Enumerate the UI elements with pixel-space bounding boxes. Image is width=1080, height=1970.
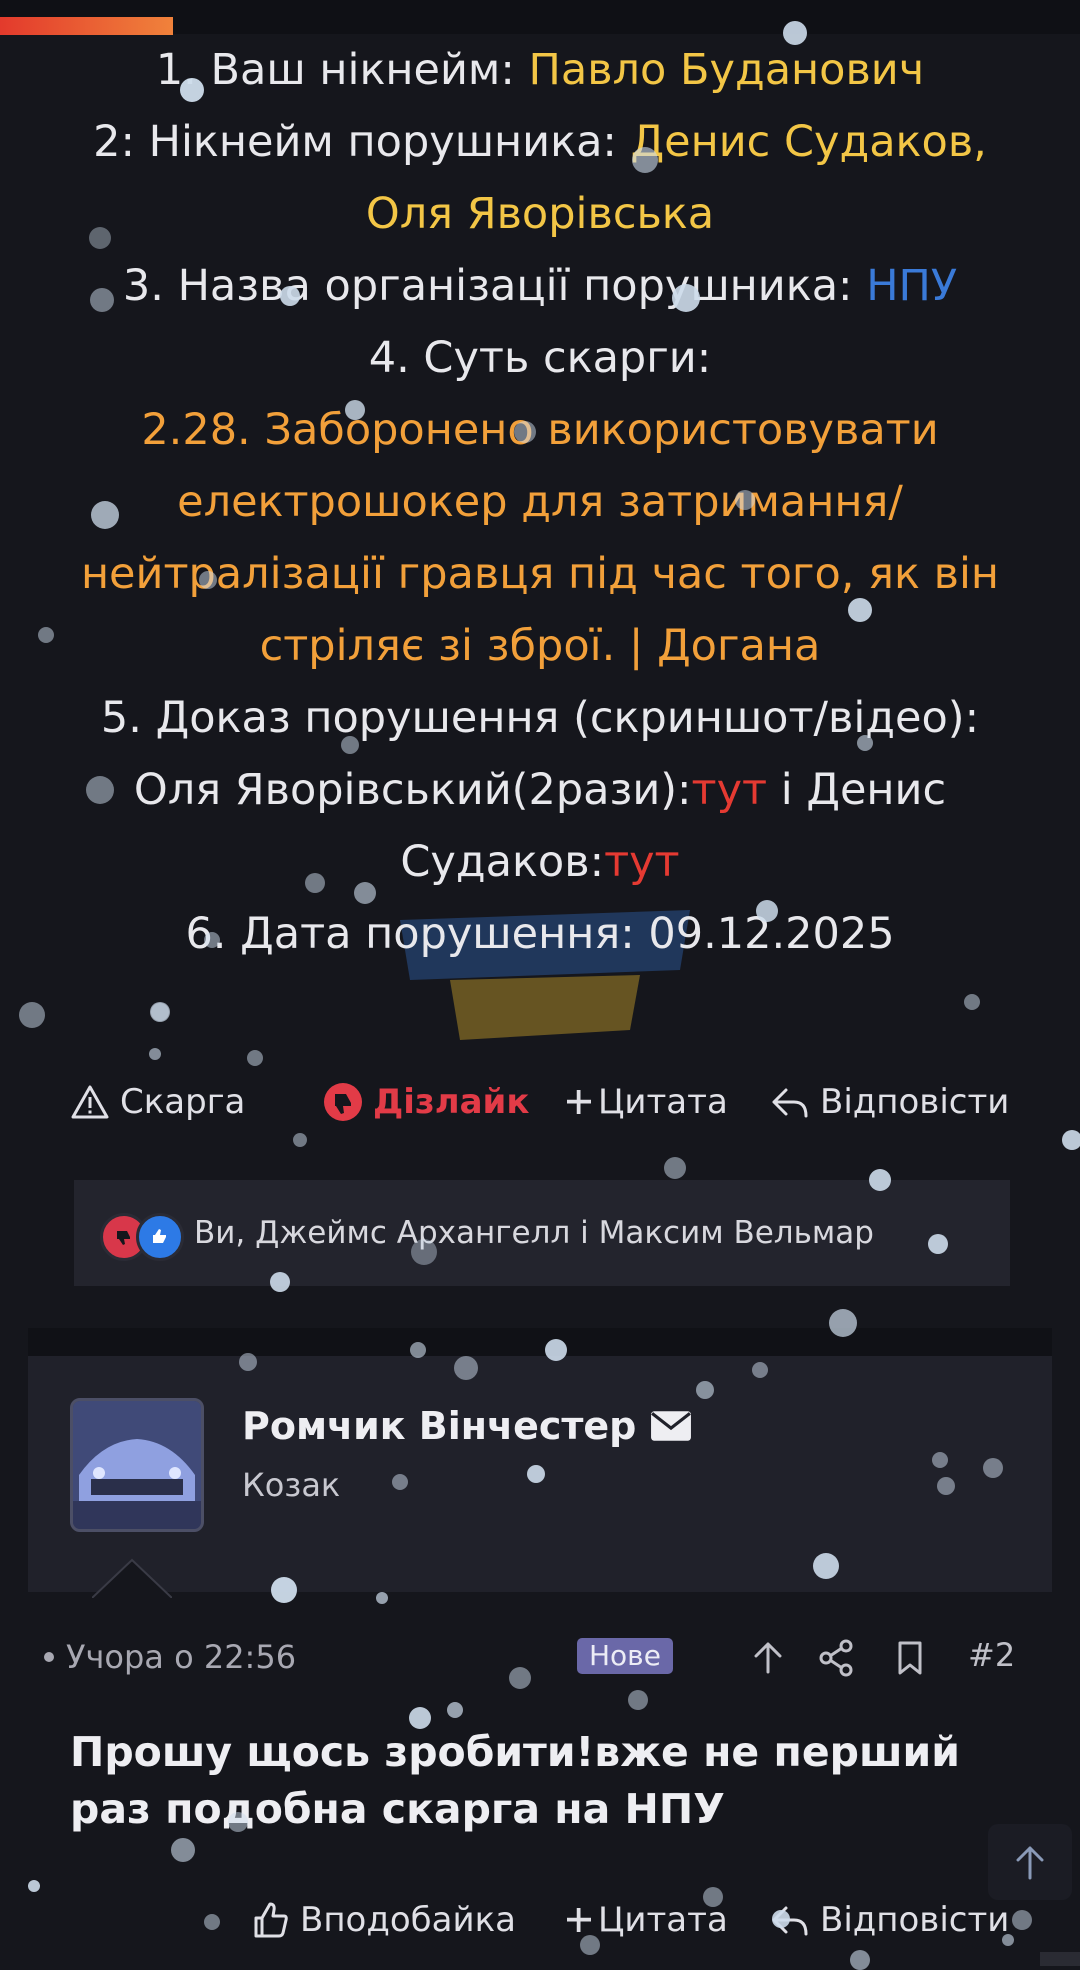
- snowflake: [964, 994, 980, 1010]
- share-icon[interactable]: [816, 1638, 856, 1678]
- evidence-line: Оля Яворівський(2рази):тут і Денис: [133, 765, 947, 815]
- snowflake: [28, 1880, 40, 1892]
- organization-value: НПУ: [866, 261, 958, 311]
- rule-text-line: нейтралізації гравця під час того, як ві…: [80, 549, 1000, 599]
- evidence-link-2[interactable]: тут: [604, 837, 680, 887]
- post-content: Прошу щось зробити!вже не перший раз под…: [70, 1728, 960, 1833]
- snowflake: [664, 1157, 686, 1179]
- warning-icon: [71, 1085, 109, 1119]
- reply-button[interactable]: Відповісти: [770, 1082, 1009, 1122]
- snowflake: [293, 1133, 307, 1147]
- snowflake: [151, 1003, 169, 1021]
- user-card: Ромчик Вінчестер Козак: [28, 1356, 1052, 1598]
- date-value: 09.12.2025: [648, 909, 895, 959]
- message-icon[interactable]: [650, 1410, 692, 1442]
- evidence-label: 5. Доказ порушення (скриншот/відео):: [100, 693, 980, 743]
- post-actions-2: Вподобайка Цитата Відповісти: [0, 1894, 1080, 1954]
- post-divider: [28, 1328, 1052, 1356]
- corner-element: [1040, 1952, 1080, 1966]
- dislike-button[interactable]: Дізлайк: [323, 1082, 529, 1122]
- plus-icon: [567, 1090, 591, 1114]
- snowflake: [247, 1050, 263, 1066]
- complaint-essence-label: 4. Суть скарги:: [368, 333, 712, 383]
- like-button[interactable]: Вподобайка: [250, 1900, 516, 1940]
- scroll-to-top-button[interactable]: [988, 1824, 1072, 1900]
- reply-icon: [772, 1906, 808, 1936]
- reply-icon: [772, 1088, 808, 1118]
- rule-text-line: електрошокер для затримання/: [177, 477, 903, 527]
- reading-progress-fill: [0, 17, 173, 35]
- arrow-up-icon[interactable]: [748, 1638, 788, 1678]
- arrow-up-icon: [1016, 1846, 1044, 1880]
- violator-value-a: Денис Судаков,: [630, 117, 987, 167]
- post-actions: Скарга Дізлайк Цитата Відповісти: [70, 1074, 1010, 1130]
- quote-button[interactable]: Цитата: [564, 1082, 728, 1122]
- evidence-link-1[interactable]: тут: [692, 765, 768, 815]
- like-reaction-icon: [136, 1213, 184, 1261]
- violator-line-2: Оля Яворівська: [28, 178, 1052, 250]
- avatar[interactable]: [70, 1398, 204, 1532]
- rule-text-line: 2.28. Заборонено використовувати: [141, 405, 939, 455]
- post-number[interactable]: #2: [968, 1636, 1015, 1674]
- violator-line: 2: Нікнейм порушника: Денис Судаков,: [93, 117, 987, 167]
- post-time[interactable]: Учора о 22:56: [66, 1638, 296, 1676]
- organization-line: 3. Назва організації порушника: НПУ: [122, 261, 958, 311]
- snowflake: [447, 1702, 463, 1718]
- quote-button-2[interactable]: Цитата: [564, 1900, 728, 1940]
- snowflake: [150, 1002, 170, 1022]
- date-line: 6. Дата порушення: 09.12.2025: [185, 909, 895, 959]
- reactions-summary[interactable]: Ви, Джеймс Архангелл і Максим Вельмар: [74, 1180, 1010, 1286]
- post-meta: Учора о 22:56 Нове #2: [44, 1632, 1015, 1682]
- bullet-dot: [44, 1652, 54, 1662]
- plus-icon: [567, 1908, 591, 1932]
- thumbs-up-icon: [254, 1902, 288, 1938]
- reactions-text[interactable]: Ви, Джеймс Архангелл і Максим Вельмар: [194, 1215, 874, 1251]
- violator-value-b: Оля Яворівська: [365, 189, 715, 239]
- new-badge: Нове: [577, 1638, 673, 1674]
- snowflake: [149, 1048, 161, 1060]
- rule-text-line: стріляє зі зброї. | Догана: [259, 621, 821, 671]
- snowflake: [171, 1838, 195, 1862]
- snowflake: [376, 1592, 388, 1604]
- card-pointer: [92, 1558, 172, 1598]
- reply-button-2[interactable]: Відповісти: [770, 1900, 1009, 1940]
- complaint-button[interactable]: Скарга: [70, 1082, 245, 1122]
- evidence-line-2: Судаков:тут: [400, 837, 680, 887]
- reading-progress-bar: [0, 0, 1080, 35]
- snowflake: [628, 1690, 648, 1710]
- dislike-icon: [324, 1083, 362, 1121]
- reaction-icons: [100, 1203, 196, 1263]
- nickname-value: Павло Буданович: [528, 45, 925, 95]
- post-body: 1. Ваш нікнейм: Павло Буданович 2: Нікне…: [28, 34, 1052, 970]
- snowflake: [1062, 1130, 1080, 1150]
- user-role: Козак: [242, 1466, 341, 1504]
- username[interactable]: Ромчик Вінчестер: [242, 1404, 692, 1448]
- nickname-line: 1. Ваш нікнейм: Павло Буданович: [155, 45, 925, 95]
- bookmark-icon[interactable]: [890, 1638, 930, 1678]
- snowflake: [19, 1002, 45, 1028]
